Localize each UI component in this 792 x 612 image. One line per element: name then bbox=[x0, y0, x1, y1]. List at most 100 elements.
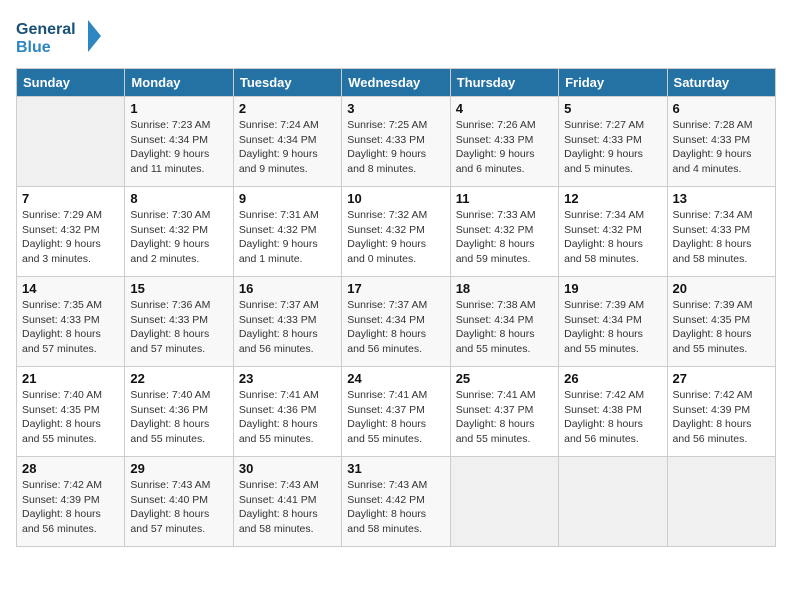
day-number: 21 bbox=[22, 371, 119, 386]
week-row-3: 14 Sunrise: 7:35 AMSunset: 4:33 PMDayligh… bbox=[17, 277, 776, 367]
day-number: 16 bbox=[239, 281, 336, 296]
day-detail: Sunrise: 7:33 AMSunset: 4:32 PMDaylight:… bbox=[456, 208, 553, 267]
day-detail: Sunrise: 7:30 AMSunset: 4:32 PMDaylight:… bbox=[130, 208, 227, 267]
week-row-1: 1 Sunrise: 7:23 AMSunset: 4:34 PMDaylight… bbox=[17, 97, 776, 187]
day-number: 2 bbox=[239, 101, 336, 116]
day-detail: Sunrise: 7:34 AMSunset: 4:33 PMDaylight:… bbox=[673, 208, 770, 267]
svg-text:General: General bbox=[16, 21, 76, 38]
day-cell: 9 Sunrise: 7:31 AMSunset: 4:32 PMDaylight… bbox=[233, 187, 341, 277]
day-cell: 8 Sunrise: 7:30 AMSunset: 4:32 PMDaylight… bbox=[125, 187, 233, 277]
day-cell: 28 Sunrise: 7:42 AMSunset: 4:39 PMDayligh… bbox=[17, 457, 125, 547]
day-number: 11 bbox=[456, 191, 553, 206]
day-detail: Sunrise: 7:25 AMSunset: 4:33 PMDaylight:… bbox=[347, 118, 444, 177]
calendar-table: SundayMondayTuesdayWednesdayThursdayFrid… bbox=[16, 68, 776, 547]
day-cell: 14 Sunrise: 7:35 AMSunset: 4:33 PMDayligh… bbox=[17, 277, 125, 367]
day-detail: Sunrise: 7:32 AMSunset: 4:32 PMDaylight:… bbox=[347, 208, 444, 267]
day-number: 24 bbox=[347, 371, 444, 386]
day-detail: Sunrise: 7:36 AMSunset: 4:33 PMDaylight:… bbox=[130, 298, 227, 357]
day-detail: Sunrise: 7:28 AMSunset: 4:33 PMDaylight:… bbox=[673, 118, 770, 177]
day-number: 12 bbox=[564, 191, 661, 206]
day-detail: Sunrise: 7:43 AMSunset: 4:41 PMDaylight:… bbox=[239, 478, 336, 537]
day-number: 10 bbox=[347, 191, 444, 206]
day-number: 27 bbox=[673, 371, 770, 386]
day-detail: Sunrise: 7:27 AMSunset: 4:33 PMDaylight:… bbox=[564, 118, 661, 177]
day-number: 28 bbox=[22, 461, 119, 476]
day-detail: Sunrise: 7:29 AMSunset: 4:32 PMDaylight:… bbox=[22, 208, 119, 267]
day-detail: Sunrise: 7:42 AMSunset: 4:39 PMDaylight:… bbox=[673, 388, 770, 447]
weekday-tuesday: Tuesday bbox=[233, 69, 341, 97]
day-detail: Sunrise: 7:26 AMSunset: 4:33 PMDaylight:… bbox=[456, 118, 553, 177]
day-detail: Sunrise: 7:35 AMSunset: 4:33 PMDaylight:… bbox=[22, 298, 119, 357]
day-cell: 1 Sunrise: 7:23 AMSunset: 4:34 PMDaylight… bbox=[125, 97, 233, 187]
day-cell bbox=[450, 457, 558, 547]
day-cell bbox=[17, 97, 125, 187]
week-row-5: 28 Sunrise: 7:42 AMSunset: 4:39 PMDayligh… bbox=[17, 457, 776, 547]
day-number: 9 bbox=[239, 191, 336, 206]
day-cell: 25 Sunrise: 7:41 AMSunset: 4:37 PMDayligh… bbox=[450, 367, 558, 457]
day-detail: Sunrise: 7:41 AMSunset: 4:37 PMDaylight:… bbox=[347, 388, 444, 447]
day-detail: Sunrise: 7:23 AMSunset: 4:34 PMDaylight:… bbox=[130, 118, 227, 177]
day-cell: 6 Sunrise: 7:28 AMSunset: 4:33 PMDaylight… bbox=[667, 97, 775, 187]
day-cell: 21 Sunrise: 7:40 AMSunset: 4:35 PMDayligh… bbox=[17, 367, 125, 457]
day-cell: 2 Sunrise: 7:24 AMSunset: 4:34 PMDaylight… bbox=[233, 97, 341, 187]
day-number: 13 bbox=[673, 191, 770, 206]
day-detail: Sunrise: 7:40 AMSunset: 4:35 PMDaylight:… bbox=[22, 388, 119, 447]
day-detail: Sunrise: 7:41 AMSunset: 4:37 PMDaylight:… bbox=[456, 388, 553, 447]
calendar-body: 1 Sunrise: 7:23 AMSunset: 4:34 PMDaylight… bbox=[17, 97, 776, 547]
logo: GeneralBlue bbox=[16, 16, 106, 58]
day-number: 30 bbox=[239, 461, 336, 476]
day-number: 23 bbox=[239, 371, 336, 386]
day-cell: 10 Sunrise: 7:32 AMSunset: 4:32 PMDayligh… bbox=[342, 187, 450, 277]
day-cell: 19Sunrise: 7:39 AMSunset: 4:34 PMDayligh… bbox=[559, 277, 667, 367]
day-cell: 16 Sunrise: 7:37 AMSunset: 4:33 PMDayligh… bbox=[233, 277, 341, 367]
day-detail: Sunrise: 7:39 AMSunset: 4:35 PMDaylight:… bbox=[673, 298, 770, 357]
day-cell: 26 Sunrise: 7:42 AMSunset: 4:38 PMDayligh… bbox=[559, 367, 667, 457]
day-number: 14 bbox=[22, 281, 119, 296]
day-cell: 29Sunrise: 7:43 AMSunset: 4:40 PMDayligh… bbox=[125, 457, 233, 547]
day-cell bbox=[559, 457, 667, 547]
day-cell: 20 Sunrise: 7:39 AMSunset: 4:35 PMDayligh… bbox=[667, 277, 775, 367]
day-number: 19 bbox=[564, 281, 661, 296]
day-detail: Sunrise: 7:31 AMSunset: 4:32 PMDaylight:… bbox=[239, 208, 336, 267]
weekday-header-row: SundayMondayTuesdayWednesdayThursdayFrid… bbox=[17, 69, 776, 97]
day-cell: 24 Sunrise: 7:41 AMSunset: 4:37 PMDayligh… bbox=[342, 367, 450, 457]
weekday-wednesday: Wednesday bbox=[342, 69, 450, 97]
svg-text:Blue: Blue bbox=[16, 39, 51, 56]
day-number: 26 bbox=[564, 371, 661, 386]
day-number: 5 bbox=[564, 101, 661, 116]
day-detail: Sunrise: 7:41 AMSunset: 4:36 PMDaylight:… bbox=[239, 388, 336, 447]
day-cell: 12 Sunrise: 7:34 AMSunset: 4:32 PMDayligh… bbox=[559, 187, 667, 277]
day-detail: Sunrise: 7:24 AMSunset: 4:34 PMDaylight:… bbox=[239, 118, 336, 177]
day-detail: Sunrise: 7:42 AMSunset: 4:38 PMDaylight:… bbox=[564, 388, 661, 447]
day-number: 25 bbox=[456, 371, 553, 386]
day-cell: 3 Sunrise: 7:25 AMSunset: 4:33 PMDaylight… bbox=[342, 97, 450, 187]
day-cell: 18Sunrise: 7:38 AMSunset: 4:34 PMDayligh… bbox=[450, 277, 558, 367]
day-number: 8 bbox=[130, 191, 227, 206]
weekday-monday: Monday bbox=[125, 69, 233, 97]
weekday-saturday: Saturday bbox=[667, 69, 775, 97]
day-cell bbox=[667, 457, 775, 547]
day-number: 20 bbox=[673, 281, 770, 296]
day-cell: 13 Sunrise: 7:34 AMSunset: 4:33 PMDayligh… bbox=[667, 187, 775, 277]
day-detail: Sunrise: 7:40 AMSunset: 4:36 PMDaylight:… bbox=[130, 388, 227, 447]
logo-svg: GeneralBlue bbox=[16, 16, 106, 58]
day-number: 18 bbox=[456, 281, 553, 296]
day-cell: 22 Sunrise: 7:40 AMSunset: 4:36 PMDayligh… bbox=[125, 367, 233, 457]
day-number: 22 bbox=[130, 371, 227, 386]
day-number: 29 bbox=[130, 461, 227, 476]
day-number: 4 bbox=[456, 101, 553, 116]
day-cell: 17Sunrise: 7:37 AMSunset: 4:34 PMDayligh… bbox=[342, 277, 450, 367]
day-number: 31 bbox=[347, 461, 444, 476]
day-cell: 7Sunrise: 7:29 AMSunset: 4:32 PMDaylight… bbox=[17, 187, 125, 277]
day-cell: 11 Sunrise: 7:33 AMSunset: 4:32 PMDayligh… bbox=[450, 187, 558, 277]
day-detail: Sunrise: 7:42 AMSunset: 4:39 PMDaylight:… bbox=[22, 478, 119, 537]
day-cell: 23 Sunrise: 7:41 AMSunset: 4:36 PMDayligh… bbox=[233, 367, 341, 457]
day-number: 6 bbox=[673, 101, 770, 116]
day-number: 3 bbox=[347, 101, 444, 116]
day-cell: 27 Sunrise: 7:42 AMSunset: 4:39 PMDayligh… bbox=[667, 367, 775, 457]
day-detail: Sunrise: 7:37 AMSunset: 4:33 PMDaylight:… bbox=[239, 298, 336, 357]
day-number: 17 bbox=[347, 281, 444, 296]
weekday-friday: Friday bbox=[559, 69, 667, 97]
day-detail: Sunrise: 7:34 AMSunset: 4:32 PMDaylight:… bbox=[564, 208, 661, 267]
day-number: 1 bbox=[130, 101, 227, 116]
